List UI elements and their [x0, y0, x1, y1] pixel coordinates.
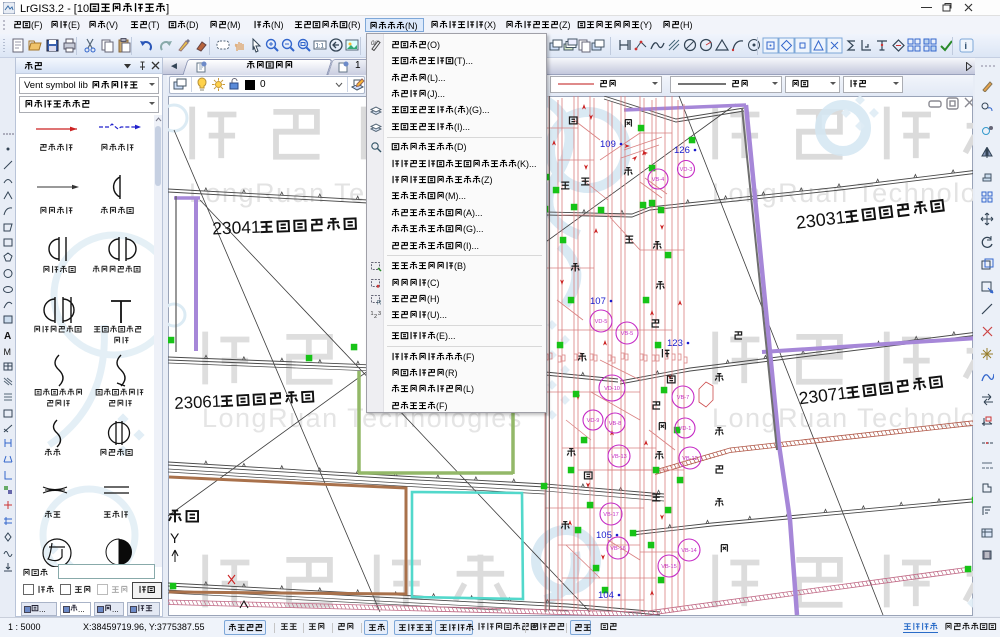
svg-text:123: 123: [667, 338, 683, 349]
svg-text:VD-10: VD-10: [604, 386, 620, 392]
svg-text:109: 109: [600, 139, 616, 150]
svg-text:0/: 0/: [371, 41, 377, 47]
svg-text:1:1: 1:1: [316, 44, 325, 50]
svg-text:23061: 23061: [174, 392, 222, 413]
svg-text:VD-5: VD-5: [595, 319, 608, 325]
svg-text:R: R: [377, 300, 382, 305]
svg-text:VD-9: VD-9: [587, 418, 600, 424]
svg-text:VB-5: VB-5: [621, 331, 633, 337]
svg-text:23041: 23041: [212, 217, 261, 239]
svg-text:M: M: [4, 347, 12, 357]
svg-text:VD-1: VD-1: [679, 426, 692, 432]
svg-text:VB-4: VB-4: [652, 177, 664, 183]
svg-text:107: 107: [590, 296, 606, 307]
svg-text:A: A: [4, 331, 11, 342]
svg-text:VB-14: VB-14: [681, 548, 697, 554]
svg-text:104: 104: [598, 590, 614, 601]
svg-text:2: 2: [374, 314, 377, 320]
svg-text:VD-3: VD-3: [680, 167, 693, 173]
svg-text:126: 126: [674, 145, 690, 156]
svg-text:VB-8: VB-8: [609, 421, 621, 427]
svg-text:VB-12: VB-12: [682, 456, 698, 462]
svg-text:VB-7: VB-7: [677, 395, 689, 401]
svg-text:3: 3: [378, 311, 381, 317]
svg-text:i: i: [965, 41, 968, 51]
svg-text:VB-15: VB-15: [661, 564, 677, 570]
svg-text:VB-16: VB-16: [610, 546, 626, 552]
svg-text:23031: 23031: [795, 207, 847, 233]
svg-text:Y: Y: [170, 530, 180, 546]
svg-text:VB-17: VB-17: [603, 512, 619, 518]
svg-text:105: 105: [596, 530, 612, 541]
svg-text:LongRuan Technologies: LongRuan Technologies: [712, 403, 973, 433]
svg-text:VB-13: VB-13: [611, 454, 627, 460]
